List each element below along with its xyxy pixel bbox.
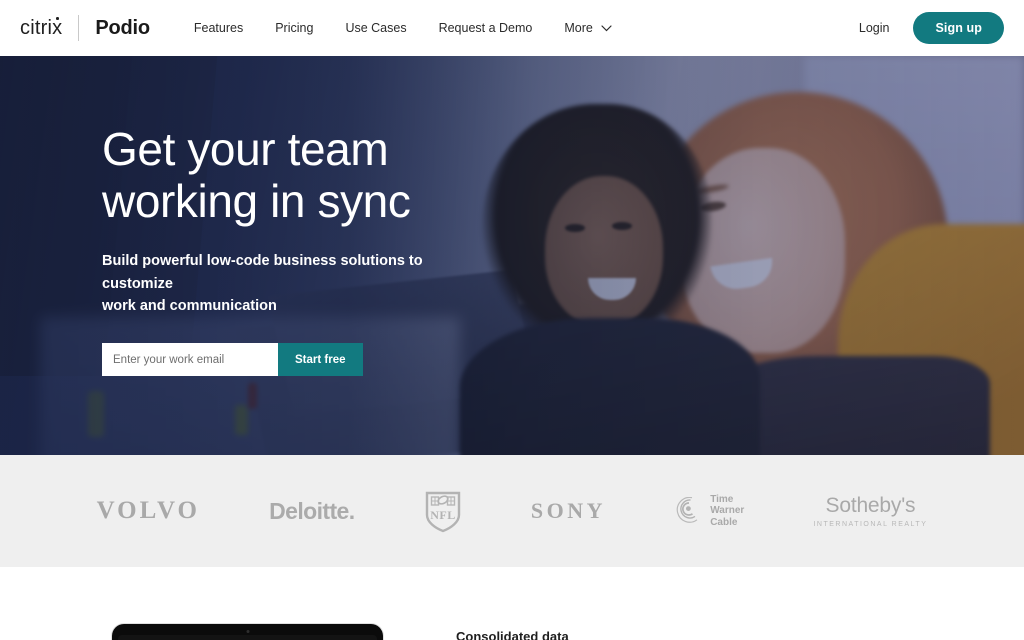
volvo-wordmark: VOLVO [96,497,200,524]
citrix-wordmark-text: citrix [20,17,63,39]
deloitte-wordmark: Deloitte. [269,497,355,524]
logo-volvo: VOLVO [97,497,200,525]
sothebys-wordmark: Sotheby's [825,494,916,517]
twc-line-cable: Cable [710,516,738,528]
brand-logo[interactable]: citrix Podio [20,15,150,41]
sothebys-tagline: INTERNATIONAL REALTY [813,521,928,528]
email-signup-form: Start free [102,343,363,377]
nav-item-more-label: More [564,21,593,35]
login-link[interactable]: Login [859,21,890,35]
nfl-shield-icon: NFL [425,491,460,533]
primary-nav-links: Features Pricing Use Cases Request a Dem… [194,21,612,35]
work-email-input[interactable] [102,343,278,377]
citrix-wordmark: citrix [20,17,63,39]
hero-content: Get your team working in sync Build powe… [102,123,622,377]
time-warner-cable-eye-icon [676,497,698,523]
sothebys-lockup: Sotheby's INTERNATIONAL REALTY [813,494,927,528]
device-camera-dot [246,630,249,633]
podio-wordmark: Podio [95,17,150,39]
nav-item-more[interactable]: More [564,21,612,35]
customer-logos-strip: VOLVO Deloitte. NFL SONY Time Warner Cab… [0,455,1024,567]
logo-sothebys: Sotheby's INTERNATIONAL REALTY [813,494,927,528]
nav-item-use-cases[interactable]: Use Cases [345,21,406,35]
hero-headline: Get your team working in sync [102,123,411,227]
nav-item-features[interactable]: Features [194,21,243,35]
logo-deloitte: Deloitte. [269,497,355,525]
sign-up-button[interactable]: Sign up [913,12,1004,44]
nav-item-pricing[interactable]: Pricing [275,21,313,35]
top-navigation-bar: citrix Podio Features Pricing Use Cases … [0,0,1024,56]
device-mockup [112,624,383,640]
customer-logos-row: VOLVO Deloitte. NFL SONY Time Warner Cab… [0,489,1024,533]
twc-line-warner: Warner [710,505,745,517]
twc-wordmark: Time Warner Cable [710,494,744,529]
brand-divider [78,15,80,41]
features-section: Consolidated data [0,567,1024,640]
device-screen [118,635,377,640]
nav-actions: Login Sign up [859,12,1004,44]
logo-time-warner-cable: Time Warner Cable [675,494,744,529]
nav-item-request-a-demo[interactable]: Request a Demo [439,21,533,35]
svg-text:NFL: NFL [430,508,456,522]
hero-subheadline: Build powerful low-code business solutio… [102,253,423,314]
chevron-down-icon [601,24,612,31]
feature-heading: Consolidated data [456,629,569,640]
twc-line-time: Time [710,493,734,505]
citrix-logo-dot [56,17,59,20]
start-free-button[interactable]: Start free [278,343,363,377]
logo-nfl: NFL [424,489,462,533]
hero-section: Get your team working in sync Build powe… [0,56,1024,455]
logo-sony: SONY [531,498,606,524]
twc-lockup: Time Warner Cable [675,494,744,529]
sony-wordmark: SONY [530,498,607,523]
